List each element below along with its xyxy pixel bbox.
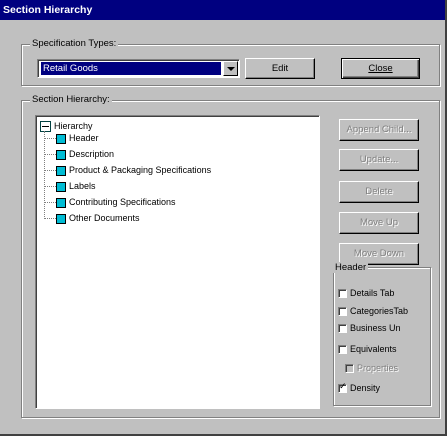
tree-connector <box>45 186 56 187</box>
tree-connector <box>45 154 56 155</box>
section-icon <box>56 150 66 160</box>
section-icon <box>56 134 66 144</box>
checkbox-label: Details Tab <box>350 288 395 298</box>
collapse-icon[interactable] <box>40 121 51 132</box>
checkbox-box[interactable] <box>345 364 354 373</box>
checkbox-label: Properties <box>357 363 399 373</box>
tree-item-label: Other Documents <box>69 213 140 223</box>
move-up-button[interactable]: Move Up <box>339 212 419 234</box>
checkbox-label: Density <box>350 383 381 393</box>
section-icon <box>56 166 66 176</box>
edit-button[interactable]: Edit <box>245 58 315 79</box>
tree-connector <box>44 131 45 219</box>
update-button[interactable]: Update... <box>339 149 419 171</box>
specification-type-select[interactable]: Retail Goods <box>37 59 240 78</box>
tree-connector <box>45 202 56 203</box>
specification-types-label: Specification Types: <box>30 38 119 49</box>
title-bar: Section Hierarchy <box>0 0 445 20</box>
delete-button[interactable]: Delete <box>339 181 419 203</box>
tree-item-label: Header <box>69 133 99 143</box>
close-button[interactable]: Close <box>341 58 420 79</box>
section-hierarchy-dialog: Section Hierarchy Specification Types: R… <box>0 0 447 436</box>
tree-root-label: Hierarchy <box>54 121 93 131</box>
tree-item-label: Description <box>69 149 115 159</box>
section-icon <box>56 214 66 224</box>
checkbox-label: Business Un <box>350 323 401 333</box>
chevron-down-icon[interactable] <box>223 61 238 76</box>
checkbox-box[interactable] <box>338 324 347 333</box>
append-child-button[interactable]: Append Child... <box>339 119 419 141</box>
checkbox-box[interactable] <box>338 345 347 354</box>
section-hierarchy-tree[interactable]: Hierarchy Header Description Product & P… <box>35 115 320 409</box>
checkbox-label: CategoriesTab <box>350 306 409 316</box>
header-options-label: Header <box>333 262 369 273</box>
tree-item-label: Product & Packaging Specifications <box>69 165 212 175</box>
tree-connector <box>45 138 56 139</box>
tree-item-label: Contributing Specifications <box>69 197 176 207</box>
checkbox-label: Equivalents <box>350 344 397 354</box>
section-hierarchy-label: Section Hierarchy: <box>30 94 112 105</box>
tree-item-label: Labels <box>69 181 96 191</box>
checkbox-box[interactable] <box>338 307 347 316</box>
section-icon <box>56 182 66 192</box>
section-icon <box>56 198 66 208</box>
tree-connector <box>45 170 56 171</box>
checkbox-box[interactable] <box>338 382 347 393</box>
tree-connector <box>45 218 56 219</box>
checkbox-box[interactable] <box>338 289 347 298</box>
specification-type-value: Retail Goods <box>41 62 221 75</box>
